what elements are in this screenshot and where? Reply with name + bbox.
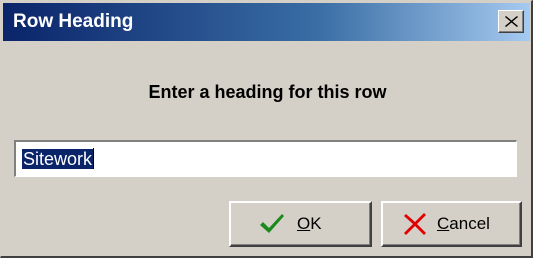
window-title: Row Heading — [13, 11, 134, 32]
text-caret — [93, 148, 95, 169]
close-button[interactable] — [498, 10, 524, 33]
prompt-label: Enter a heading for this row — [148, 82, 387, 102]
close-x-icon — [505, 16, 518, 27]
ok-label: OK — [297, 214, 322, 233]
selected-text: Sitework — [22, 149, 94, 169]
title-bar[interactable]: Row Heading — [3, 3, 530, 41]
x-cancel-icon — [404, 213, 426, 235]
cancel-label: Cancel — [437, 214, 490, 233]
cancel-button[interactable]: Cancel — [381, 201, 522, 247]
row-heading-dialog: Row Heading Enter a heading for this row… — [0, 0, 533, 258]
heading-input-value[interactable]: Sitework — [22, 148, 95, 170]
check-icon — [260, 214, 284, 233]
ok-button[interactable]: OK — [229, 201, 372, 247]
heading-input[interactable]: Sitework — [14, 140, 517, 177]
